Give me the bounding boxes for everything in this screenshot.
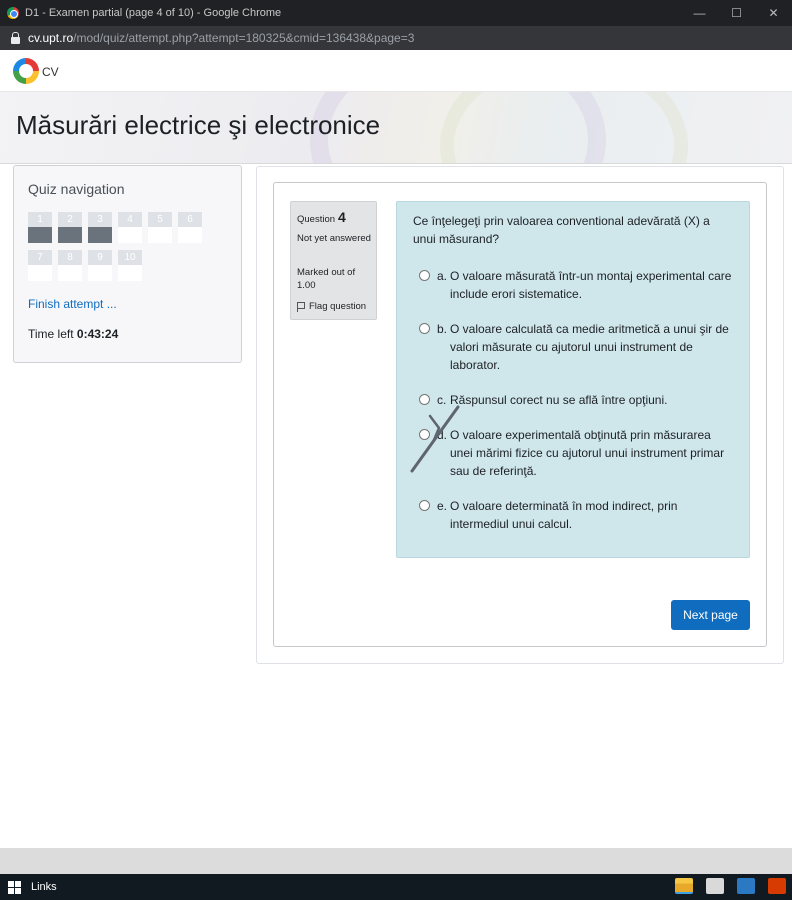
address-bar[interactable]: cv.upt.ro /mod/quiz/attempt.php?attempt=… [0, 26, 792, 50]
answer-text: O valoare măsurată într-un montaj experi… [450, 269, 732, 301]
quiz-nav-question-state [88, 227, 112, 243]
quiz-nav-question-number: 10 [118, 250, 142, 265]
taskbar: Links [0, 874, 792, 900]
site-navbar: CV [0, 50, 792, 92]
quiz-nav-question-button[interactable]: 8 [58, 250, 82, 281]
lock-icon [11, 31, 20, 44]
question-formulation: Ce înţelegeţi prin valoarea conventional… [396, 201, 750, 558]
window-controls: — ☐ ✕ [681, 0, 792, 26]
page-header-banner: Măsurări electrice şi electronice [0, 92, 792, 164]
quiz-nav-question-state [28, 265, 52, 281]
answer-radio[interactable] [419, 394, 430, 405]
answer-radio[interactable] [419, 323, 430, 334]
answer-radio[interactable] [419, 270, 430, 281]
quiz-nav-question-state [58, 227, 82, 243]
quiz-nav-question-number: 1 [28, 212, 52, 227]
chrome-icon [7, 7, 19, 19]
question-state: Not yet answered [297, 233, 371, 244]
quiz-nav-question-state [28, 227, 52, 243]
quiz-navigation-title: Quiz navigation [28, 181, 125, 197]
flag-question-toggle[interactable]: Flag question [297, 301, 366, 312]
quiz-nav-question-state [178, 227, 202, 243]
url-path: /mod/quiz/attempt.php?attempt=180325&cmi… [73, 31, 415, 45]
quiz-nav-question-state [148, 227, 172, 243]
quiz-nav-question-number: 9 [88, 250, 112, 265]
site-logo-text[interactable]: CV [42, 65, 59, 79]
time-left: Time left 0:43:24 [28, 327, 118, 341]
time-left-label: Time left [28, 327, 74, 341]
quiz-nav-question-number: 8 [58, 250, 82, 265]
quiz-nav-question-state [118, 265, 142, 281]
next-page-button[interactable]: Next page [671, 600, 750, 630]
quiz-nav-question-state [58, 265, 82, 281]
quiz-nav-question-button[interactable]: 6 [178, 212, 202, 243]
question-number: Question 4 [297, 209, 346, 225]
flag-icon [297, 301, 305, 312]
quiz-nav-question-number: 2 [58, 212, 82, 227]
answer-text: O valoare calculată ca medie aritmetică … [450, 322, 729, 372]
answer-radio[interactable] [419, 429, 430, 440]
quiz-nav-question-number: 5 [148, 212, 172, 227]
taskbar-links-label[interactable]: Links [31, 881, 57, 893]
answer-text: O valoare experimentală obţinută prin mă… [450, 428, 725, 478]
quiz-navigation-block: Quiz navigation 1 2 3 4 5 6 7 8 9 10 Fin… [13, 165, 242, 363]
question-grade: Marked out of 1.00 [297, 267, 356, 291]
quiz-nav-question-number: 7 [28, 250, 52, 265]
answer-letter: c. [437, 393, 447, 407]
mail-icon[interactable] [737, 878, 755, 894]
finish-attempt-link[interactable]: Finish attempt ... [28, 297, 117, 311]
question-info: Question 4 Not yet answered Marked out of… [290, 201, 377, 320]
quiz-nav-question-number: 4 [118, 212, 142, 227]
question-number-value: 4 [338, 209, 346, 225]
answer-letter: e. [437, 499, 448, 513]
maximize-button[interactable]: ☐ [718, 0, 755, 26]
question-label: Question [297, 214, 336, 225]
quiz-nav-question-button[interactable]: 7 [28, 250, 52, 281]
office-icon[interactable] [768, 878, 786, 894]
quiz-nav-question-button[interactable]: 9 [88, 250, 112, 281]
store-icon[interactable] [706, 878, 724, 894]
url-host: cv.upt.ro [28, 31, 74, 45]
quiz-nav-question-button[interactable]: 10 [118, 250, 142, 281]
answer-letter: d. [437, 428, 448, 442]
question-text: Ce înţelegeţi prin valoarea conventional… [413, 214, 710, 246]
close-button[interactable]: ✕ [755, 0, 792, 26]
answer-letter: b. [437, 322, 448, 336]
window-title: D1 - Examen partial (page 4 of 10) - Goo… [25, 7, 282, 19]
file-explorer-icon[interactable] [675, 878, 693, 894]
answer-letter: a. [437, 269, 448, 283]
time-left-value: 0:43:24 [76, 327, 119, 341]
minimize-button[interactable]: — [681, 0, 718, 26]
site-logo-icon[interactable] [13, 57, 39, 84]
quiz-nav-question-button[interactable]: 2 [58, 212, 82, 243]
answer-radio[interactable] [419, 500, 430, 511]
flag-question-label: Flag question [309, 301, 367, 312]
quiz-nav-question-state [118, 227, 142, 243]
page-title: Măsurări electrice şi electronice [16, 110, 381, 140]
quiz-nav-question-button[interactable]: 5 [148, 212, 172, 243]
windows-start-icon[interactable] [8, 880, 21, 894]
quiz-nav-question-button[interactable]: 1 [28, 212, 52, 243]
answer-text: O valoare determinată în mod indirect, p… [450, 499, 678, 531]
taskbar-pinned-apps [675, 878, 786, 894]
quiz-nav-question-number: 3 [88, 212, 112, 227]
quiz-nav-question-state [88, 265, 112, 281]
quiz-nav-question-button-current[interactable]: 4 [118, 212, 142, 243]
browser-title-bar: D1 - Examen partial (page 4 of 10) - Goo… [0, 0, 792, 26]
quiz-nav-question-number: 6 [178, 212, 202, 227]
page-footer [0, 848, 792, 874]
quiz-nav-question-button[interactable]: 3 [88, 212, 112, 243]
answer-text: Răspunsul corect nu se află între opţiun… [450, 393, 668, 407]
